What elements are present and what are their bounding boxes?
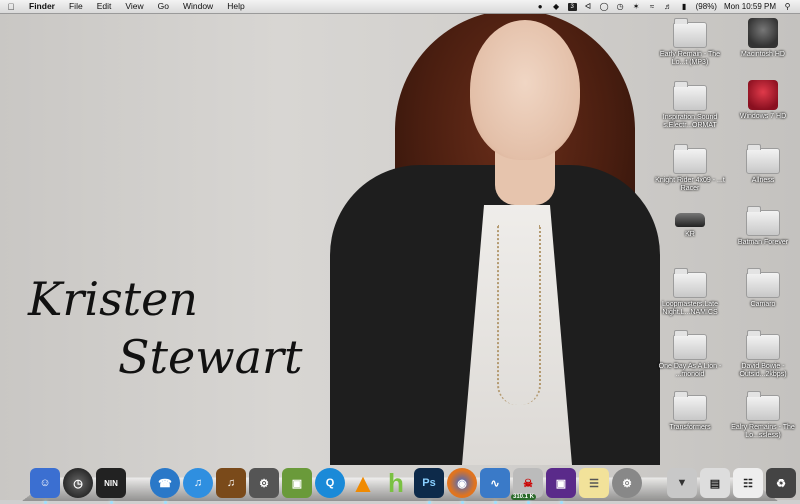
- desktop-icon-label: Ealry Remains - The Lo...ssless): [731, 424, 795, 439]
- folder-icon: [746, 144, 780, 174]
- dock-itunes-icon[interactable]: ♫: [183, 468, 213, 498]
- dock-stickies-icon[interactable]: ☰: [579, 468, 609, 498]
- menu-bar:  Finder File Edit View Go Window Help ●…: [0, 0, 800, 14]
- desktop-icon-windows-7-hd[interactable]: Windows 7 HD: [728, 80, 798, 121]
- dock-photoshop-icon[interactable]: Ps: [414, 468, 444, 504]
- dock-documents-stack-icon[interactable]: ▤: [700, 468, 730, 498]
- folder-icon: [673, 144, 707, 174]
- folder-icon: [673, 18, 707, 48]
- dock-vlc-icon[interactable]: ▲: [348, 468, 378, 498]
- desktop-icon-david-bowie[interactable]: David Bowie - Outsid...2kbps): [728, 330, 798, 379]
- folder-icon: [673, 391, 707, 421]
- desktop-icon-allness[interactable]: Allness: [728, 144, 798, 185]
- spotlight-search-icon[interactable]: ⚲: [783, 2, 792, 11]
- dock-trash-icon[interactable]: ♻: [766, 468, 796, 498]
- menu-app-finder[interactable]: Finder: [22, 0, 62, 13]
- status-dropbox-icon[interactable]: ◆: [552, 2, 561, 11]
- folder-icon: [746, 268, 780, 298]
- folder-icon: [673, 268, 707, 298]
- folder-icon: [673, 81, 707, 111]
- desktop-icon-macintosh-hd[interactable]: Macintosh HD: [728, 18, 798, 59]
- desktop-icon-inspiration-sounds[interactable]: Inspiration.Sound s.Electr...ORMAT: [655, 81, 725, 130]
- status-volume-icon[interactable]: ♬: [664, 2, 673, 11]
- desktop-icon-loopmasters[interactable]: Loopmasters.Late Night.L...NAMICS: [655, 268, 725, 317]
- desktop-icon-label: Transformers: [669, 424, 711, 431]
- dock-garageband-icon[interactable]: ♫: [216, 468, 246, 498]
- desktop-icon-label: One Day As A Lion - ...monoid: [658, 363, 722, 378]
- desktop-icon-kr[interactable]: KR: [655, 205, 725, 239]
- menu-help[interactable]: Help: [220, 0, 251, 13]
- menu-file[interactable]: File: [62, 0, 90, 13]
- menu-go[interactable]: Go: [151, 0, 176, 13]
- dock-stack-icon[interactable]: ☷: [733, 468, 763, 498]
- desktop-icon-label: Allness: [751, 177, 775, 184]
- decepticon-drive-icon: [748, 80, 778, 110]
- desktop-icon-camaro[interactable]: Camaro: [728, 268, 798, 309]
- dock-ichat-icon[interactable]: ☎: [150, 468, 180, 504]
- status-sync-icon[interactable]: ◯: [600, 2, 609, 11]
- dock-transmission-icon[interactable]: ☠ 310.1 K: [511, 468, 543, 504]
- status-wifi-icon[interactable]: ≈: [648, 2, 657, 11]
- status-time-machine-icon[interactable]: ◷: [616, 2, 625, 11]
- status-bluetooth-2-icon[interactable]: ✶: [632, 2, 641, 11]
- desktop-icon-label: Macintosh HD: [741, 51, 785, 58]
- folder-icon: [746, 330, 780, 360]
- dock-nin-app-icon[interactable]: NIN: [96, 468, 126, 504]
- menu-view[interactable]: View: [118, 0, 150, 13]
- desktop-icon-label: Loopmasters.Late Night.L...NAMICS: [661, 301, 719, 316]
- wallpaper-text-first-name: Kristen: [28, 272, 199, 326]
- desktop-icon-ealry-remains[interactable]: Ealry Remains - The Lo...ssless): [728, 391, 798, 440]
- wallpaper-text-last-name: Stewart: [118, 330, 303, 384]
- wallpaper-necklace: [497, 225, 541, 405]
- nin-text: NIN: [104, 478, 118, 488]
- status-circle-icon[interactable]: ●: [536, 2, 545, 11]
- desktop-icon-label: Camaro: [750, 301, 776, 308]
- dock-system-preferences-icon[interactable]: ⚙: [612, 468, 642, 498]
- menu-edit[interactable]: Edit: [90, 0, 119, 13]
- network-rate-badge: 310.1 K: [511, 494, 537, 500]
- dock-disk-utility-icon[interactable]: ⚙: [249, 468, 279, 498]
- desktop-icon-label: Batman Forever: [737, 239, 789, 246]
- desktop-icon-label: Knight Rider 4x09 - ...t Racer: [655, 177, 725, 192]
- status-bluetooth-icon[interactable]: ᐊ: [584, 2, 593, 11]
- dock-quicktime-icon[interactable]: Q: [315, 468, 345, 498]
- folder-icon: [673, 330, 707, 360]
- desktop-icon-one-day-as-a-lion[interactable]: One Day As A Lion - ...monoid: [655, 330, 725, 379]
- folder-icon: [746, 391, 780, 421]
- desktop-icon-label: Windows 7 HD: [739, 113, 787, 120]
- desktop-icon-label: Early Remain - The Lo...t (MP3): [659, 51, 721, 66]
- dock-app-purple-icon[interactable]: ▣: [546, 468, 576, 504]
- photoshop-text: Ps: [422, 477, 436, 489]
- car-image-icon: [675, 213, 705, 227]
- desktop-icon-label: David Bowie - Outsid...2kbps): [739, 363, 787, 378]
- apple-menu-icon[interactable]: : [0, 2, 22, 12]
- status-battery-icon[interactable]: ▮: [680, 2, 689, 11]
- autobot-drive-icon: [748, 18, 778, 48]
- dock-downloads-stack-icon[interactable]: ▼: [667, 468, 697, 498]
- dock-activity-monitor-icon[interactable]: ∿: [480, 468, 510, 504]
- dock-firefox-icon[interactable]: ◉: [447, 468, 477, 504]
- dock-preview-icon[interactable]: ▣: [282, 468, 312, 498]
- status-number-box-icon[interactable]: 3: [567, 2, 577, 11]
- folder-icon: [746, 206, 780, 236]
- hulu-text: h: [388, 467, 404, 498]
- status-battery-percent[interactable]: (98%): [696, 2, 717, 11]
- dock: ☺ ◷ NIN ☎ ♫ ♫ ⚙ ▣ Q ▲ h Ps ◉ ∿ ☠ 310.1 K …: [30, 452, 796, 504]
- menu-window[interactable]: Window: [176, 0, 220, 13]
- dock-finder-icon[interactable]: ☺: [30, 468, 60, 504]
- desktop-icon-early-remain[interactable]: Early Remain - The Lo...t (MP3): [655, 18, 725, 67]
- desktop-icon-label: KR: [685, 231, 695, 238]
- dock-hulu-icon[interactable]: h: [381, 468, 411, 498]
- desktop-icon-batman-forever[interactable]: Batman Forever: [728, 206, 798, 247]
- desktop-icon-transformers[interactable]: Transformers: [655, 391, 725, 432]
- dock-dashboard-icon[interactable]: ◷: [63, 468, 93, 498]
- desktop-icon-label: Inspiration.Sound s.Electr...ORMAT: [662, 114, 718, 129]
- desktop-icon-knight-rider[interactable]: Knight Rider 4x09 - ...t Racer: [655, 144, 725, 193]
- status-clock[interactable]: Mon 10:59 PM: [724, 2, 776, 11]
- status-menus: ● ◆ 3 ᐊ ◯ ◷ ✶ ≈ ♬ ▮ (98%) Mon 10:59 PM ⚲: [536, 0, 800, 13]
- wallpaper-figure-face: [470, 20, 580, 160]
